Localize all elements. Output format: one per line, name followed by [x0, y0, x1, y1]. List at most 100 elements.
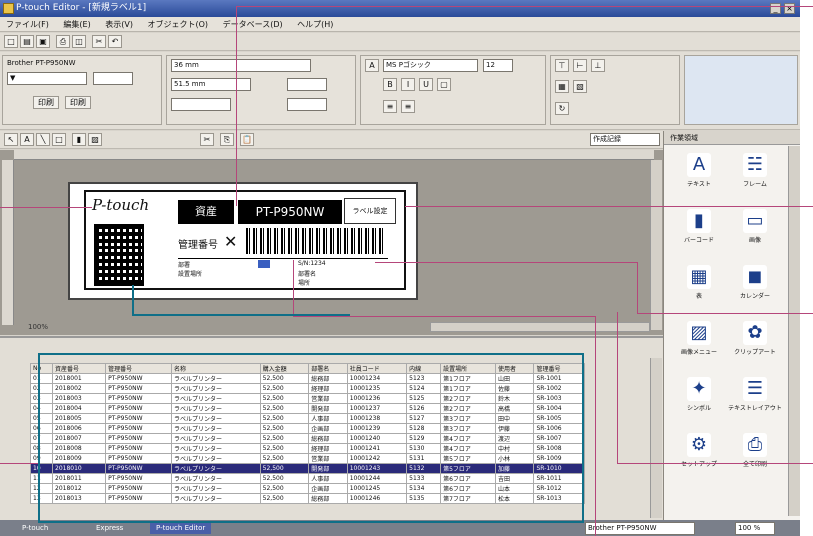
printer-select[interactable]: ▼: [7, 72, 87, 85]
menu-file[interactable]: ファイル(F): [0, 17, 55, 32]
italic-icon[interactable]: I: [401, 78, 415, 91]
leader-line-pink-3: [0, 207, 92, 208]
margin-field[interactable]: [287, 78, 327, 91]
taskbar-printer-select[interactable]: Brother PT-P950NW: [585, 522, 695, 535]
dept-label[interactable]: 部署: [178, 260, 190, 269]
qr-code[interactable]: [94, 248, 144, 286]
leader-line-pink-8: [375, 262, 637, 263]
dept-field[interactable]: 部署名: [298, 269, 316, 278]
location-label[interactable]: 設置場所: [178, 269, 202, 278]
save-icon[interactable]: ▣: [36, 35, 50, 48]
leader-line-pink-7: [595, 316, 596, 536]
object-button[interactable]: ✦ シンボル: [672, 377, 726, 412]
menu-database[interactable]: データベース(D): [217, 17, 289, 32]
label-field-box[interactable]: ラベル設定: [344, 198, 396, 224]
property-toolbar: Brother PT-P950NW ▼ 印刷 印刷 36 mm 51.5 mm …: [0, 52, 800, 130]
option-button[interactable]: 印刷: [65, 96, 91, 109]
copy-tool-icon[interactable]: ⎘: [220, 133, 234, 146]
font-name-select[interactable]: MS Pゴシック: [383, 59, 478, 72]
place-field[interactable]: 場所: [298, 278, 310, 287]
task-editor[interactable]: P-touch Editor: [150, 522, 212, 534]
barcode-tool-icon[interactable]: ▮: [72, 133, 86, 146]
model-text[interactable]: PT-P950NW: [238, 200, 342, 224]
canvas-vertical-scrollbar[interactable]: [650, 160, 662, 330]
calendar-icon: ◼: [743, 265, 767, 289]
align-left-icon[interactable]: ≡: [383, 100, 397, 113]
line-tool-icon[interactable]: ╲: [36, 133, 50, 146]
zoom-select[interactable]: 100 %: [735, 522, 775, 535]
leader-line-teal-2: [132, 314, 350, 316]
length-field[interactable]: 51.5 mm: [171, 78, 251, 91]
object-button[interactable]: ✿ クリップアート: [728, 321, 782, 356]
object-button[interactable]: A テキスト: [672, 153, 726, 188]
cut-icon[interactable]: ✂: [92, 35, 106, 48]
side-panel-scrollbar[interactable]: [788, 146, 800, 516]
rotate-icon[interactable]: ↻: [555, 102, 569, 115]
ptouch-logo-text[interactable]: P-touch: [92, 196, 149, 214]
ungroup-icon[interactable]: ▧: [573, 80, 587, 93]
align-top-icon[interactable]: ⊤: [555, 59, 569, 72]
image-tool-icon[interactable]: ▨: [88, 133, 102, 146]
app-icon: [3, 3, 14, 14]
group-icon[interactable]: ▦: [555, 80, 569, 93]
preview-icon[interactable]: ◫: [72, 35, 86, 48]
bold-icon[interactable]: B: [383, 78, 397, 91]
asset-badge[interactable]: 資産: [178, 200, 234, 224]
leader-line-pink-11: [617, 312, 618, 464]
task-express[interactable]: Express: [90, 522, 129, 534]
align-bottom-icon[interactable]: ⊥: [591, 59, 605, 72]
menu-edit[interactable]: 編集(E): [57, 17, 96, 32]
leader-line-pink-2: [236, 6, 813, 7]
open-icon[interactable]: ▤: [20, 35, 34, 48]
serial-field[interactable]: S/N:1234: [298, 260, 326, 267]
object-button-label: フレーム: [743, 181, 767, 188]
object-button[interactable]: ▦ 表: [672, 265, 726, 300]
text-tool-icon[interactable]: A: [20, 133, 34, 146]
object-button[interactable]: ▭ 画像: [728, 209, 782, 244]
task-ptouch[interactable]: P-touch: [16, 522, 54, 534]
close-button[interactable]: ×: [784, 3, 795, 14]
selected-field-marker[interactable]: [258, 260, 270, 268]
align-middle-icon[interactable]: ⊢: [573, 59, 587, 72]
orientation-select[interactable]: [171, 98, 231, 111]
frame-style-icon[interactable]: ▢: [437, 78, 451, 91]
leader-line-pink-5: [293, 260, 294, 316]
font-size-select[interactable]: 12: [483, 59, 513, 72]
copies-field[interactable]: [93, 72, 133, 85]
menu-help[interactable]: ヘルプ(H): [291, 17, 339, 32]
print-button[interactable]: 印刷: [33, 96, 59, 109]
vertical-ruler: [2, 160, 14, 325]
object-button[interactable]: ◼ カレンダー: [728, 265, 782, 300]
menu-object[interactable]: オブジェクト(O): [142, 17, 215, 32]
cut-select[interactable]: [287, 98, 327, 111]
minimize-button[interactable]: _: [770, 3, 781, 14]
preview-button[interactable]: 作成記録: [590, 133, 660, 146]
object-button-label: クリップアート: [734, 349, 776, 356]
qr-code-top[interactable]: [94, 224, 144, 250]
object-button[interactable]: ▨ 画像メニュー: [672, 321, 726, 356]
font-group: A MS Pゴシック 12 B I U ▢ ≡ ≡: [360, 55, 546, 125]
menu-view[interactable]: 表示(V): [99, 17, 139, 32]
barcode[interactable]: [246, 228, 386, 254]
object-button[interactable]: ☵ フレーム: [728, 153, 782, 188]
management-label[interactable]: 管理番号: [178, 236, 218, 251]
cut-tool-icon[interactable]: ✂: [200, 133, 214, 146]
tape-width-select[interactable]: 36 mm: [171, 59, 311, 72]
align-center-icon[interactable]: ≡: [401, 100, 415, 113]
printer-group: Brother PT-P950NW ▼ 印刷 印刷: [2, 55, 162, 125]
select-arrow-icon[interactable]: ↖: [4, 133, 18, 146]
shape-tool-icon[interactable]: □: [52, 133, 66, 146]
object-button-label: テキストレイアウト: [728, 405, 782, 412]
underline-icon[interactable]: U: [419, 78, 433, 91]
paste-tool-icon[interactable]: 📋: [240, 133, 254, 146]
new-icon[interactable]: □: [4, 35, 18, 48]
font-a-icon[interactable]: A: [365, 59, 379, 72]
print-icon[interactable]: ⎙: [56, 35, 70, 48]
database-vertical-scrollbar[interactable]: [650, 358, 662, 518]
label-design[interactable]: P-touch 資産 PT-P950NW ラベル設定 管理番号 ✕ 部署 設置場…: [84, 190, 406, 290]
object-button-label: シンボル: [686, 405, 711, 412]
undo-icon[interactable]: ↶: [108, 35, 122, 48]
object-button[interactable]: ☰ テキストレイアウト: [728, 377, 782, 412]
layout-icon: ☰: [743, 377, 767, 401]
object-button[interactable]: ▮ バーコード: [672, 209, 726, 244]
